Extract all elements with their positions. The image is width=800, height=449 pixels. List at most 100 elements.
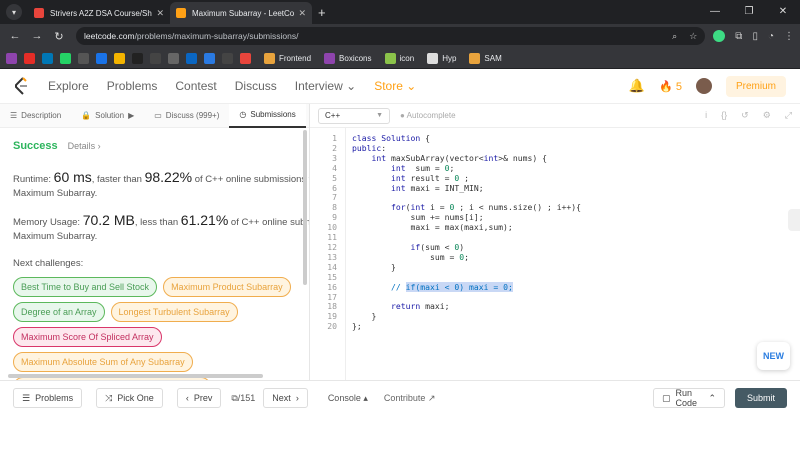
leetcode-logo[interactable]: [14, 77, 28, 95]
favicon: [34, 8, 44, 18]
prev-button[interactable]: ‹ Prev: [176, 388, 222, 408]
info-icon[interactable]: i: [705, 110, 707, 121]
minimize-icon[interactable]: —: [698, 0, 732, 22]
nav-contest[interactable]: Contest: [175, 79, 216, 93]
bookmark-frontend[interactable]: Frontend: [264, 52, 311, 64]
vertical-scrollbar[interactable]: [303, 130, 307, 285]
bookmark-sam[interactable]: SAM: [469, 52, 502, 64]
folder-icon: [264, 52, 275, 64]
challenge-chip[interactable]: Degree of an Array: [13, 302, 105, 322]
hyp-icon: [427, 52, 439, 64]
profile-icon[interactable]: ◔: [768, 31, 774, 42]
bell-icon[interactable]: 🔔: [629, 78, 645, 94]
problems-button[interactable]: ☰ Problems: [13, 388, 83, 408]
submit-button[interactable]: Submit: [735, 388, 787, 408]
shuffle-icon: ⤨: [105, 392, 113, 403]
dev-icon[interactable]: [132, 52, 143, 64]
extension-icon[interactable]: [713, 30, 726, 42]
challenge-chip[interactable]: Maximum Product Subarray: [163, 277, 291, 297]
extensions-area: ⧉ ▯ ◔ ⋮: [713, 30, 794, 42]
nav-problems[interactable]: Problems: [107, 79, 158, 93]
autocomplete-toggle[interactable]: ● Autocomplete: [400, 111, 456, 120]
reset-icon[interactable]: ↺: [741, 110, 749, 121]
tab-search-icon[interactable]: ▾: [6, 4, 22, 20]
challenge-chip[interactable]: Longest Turbulent Subarray: [110, 302, 238, 322]
list-icon: ☰: [22, 392, 31, 403]
bookmark-icon[interactable]: [240, 52, 251, 64]
settings-icon[interactable]: ⚙: [763, 110, 771, 121]
bookmark-icon[interactable]: [6, 52, 17, 64]
restore-icon[interactable]: ❐: [732, 0, 766, 22]
url-path: /problems/maximum-subarray/submissions/: [134, 31, 299, 41]
new-tab-button[interactable]: +: [318, 5, 326, 20]
close-icon[interactable]: ✕: [298, 8, 306, 19]
streak-counter[interactable]: 🔥 5: [659, 80, 682, 93]
bookmark-icon[interactable]: [114, 52, 125, 64]
zoom-icon[interactable]: ⌕: [672, 31, 677, 42]
line-number: 20: [327, 321, 337, 332]
code-editor[interactable]: 1 2 3 4 5 6 7 8 9 10 11 12 13 14 15 16 17 18 19 20 class So…: [310, 128, 800, 380]
horizontal-scrollbar[interactable]: [8, 374, 263, 378]
puzzle-icon[interactable]: ⧉: [735, 31, 742, 42]
next-button[interactable]: Next ›: [263, 388, 308, 408]
tab-solution[interactable]: 🔒 Solution ▶: [71, 104, 144, 128]
challenge-chip[interactable]: Best Time to Buy and Sell Stock: [13, 277, 158, 297]
youtube-icon[interactable]: [24, 52, 35, 64]
favicon: [176, 8, 186, 18]
chevron-down-icon: ⌄: [346, 79, 357, 93]
forward-icon[interactable]: →: [28, 30, 46, 42]
bookmark-hyp[interactable]: Hyp: [427, 52, 456, 64]
github-icon[interactable]: [222, 52, 233, 64]
bookmark-icon[interactable]: [204, 52, 215, 64]
nav-explore[interactable]: Explore: [48, 79, 89, 93]
contribute-link[interactable]: Contribute ↗: [384, 393, 436, 404]
tab-submissions[interactable]: ◷ Submissions: [229, 104, 306, 128]
bookmark-icon[interactable]: [168, 52, 179, 64]
side-panel-tab[interactable]: [788, 209, 800, 231]
sidebar-icon[interactable]: ▯: [752, 31, 758, 42]
challenge-chip[interactable]: Maximum Score Of Spliced Array: [13, 327, 162, 347]
nav-store[interactable]: Store ⌄: [374, 79, 416, 93]
icon-icon: [384, 52, 396, 64]
reload-icon[interactable]: ↻: [50, 30, 68, 43]
linkedin-icon[interactable]: [42, 52, 53, 64]
bookmark-boxicons[interactable]: Boxicons: [324, 52, 372, 64]
url-input[interactable]: leetcode.com/problems/maximum-subarray/s…: [76, 27, 706, 45]
nav-interview[interactable]: Interview ⌄: [295, 79, 356, 93]
browser-tab-leetcode[interactable]: Maximum Subarray - LeetCode ✕: [170, 2, 312, 24]
menu-icon[interactable]: ⋮: [784, 31, 794, 42]
new-badge-button[interactable]: NEW: [757, 342, 790, 370]
linkedin-icon[interactable]: [186, 52, 197, 64]
tab-discuss[interactable]: ▭ Discuss (999+): [144, 104, 229, 128]
fullscreen-icon[interactable]: ⤢: [785, 110, 792, 121]
github-icon[interactable]: [150, 52, 161, 64]
bookmark-icon-link[interactable]: icon: [384, 52, 414, 64]
details-link[interactable]: Details ›: [68, 141, 101, 151]
x-icon[interactable]: [78, 52, 89, 64]
problem-tabs: ☰ Description 🔒 Solution ▶ ▭ Discuss (999+) …: [0, 104, 309, 128]
bookmark-star-icon[interactable]: ☆: [689, 31, 697, 42]
url-host: leetcode.com: [84, 31, 135, 41]
close-icon[interactable]: ✕: [156, 8, 164, 19]
close-window-icon[interactable]: ✕: [766, 0, 800, 22]
console-toggle[interactable]: Console ▴: [328, 393, 368, 404]
clock-icon: ◷: [239, 110, 247, 119]
pick-one-button[interactable]: ⤨ Pick One: [96, 388, 163, 408]
browser-tab-a2z[interactable]: Strivers A2Z DSA Course/Sheet ✕: [28, 2, 170, 24]
challenge-chip[interactable]: Maximum Absolute Sum of Any Subarray: [13, 352, 193, 372]
avatar[interactable]: [695, 78, 712, 94]
braces-icon[interactable]: {}: [721, 110, 727, 121]
whatsapp-icon[interactable]: [60, 52, 71, 64]
bookmarks-bar: Frontend Boxicons icon Hyp SAM: [0, 48, 800, 69]
chevron-up-icon: ⌃: [708, 392, 716, 403]
premium-button[interactable]: Premium: [725, 75, 786, 97]
contribute-icon: ↗: [427, 392, 436, 403]
bookmark-icon[interactable]: [96, 52, 107, 64]
language-select[interactable]: C++ ▼: [318, 107, 390, 124]
tab-description[interactable]: ☰ Description: [0, 104, 71, 128]
code-text[interactable]: class Solution { public: int maxSubArray…: [346, 128, 581, 380]
nav-discuss[interactable]: Discuss: [235, 79, 277, 93]
browser-tabstrip: ▾ Strivers A2Z DSA Course/Sheet ✕ Maximu…: [0, 0, 800, 24]
run-code-button[interactable]: ▢ Run Code ⌃: [653, 388, 725, 408]
back-icon[interactable]: ←: [6, 30, 24, 42]
